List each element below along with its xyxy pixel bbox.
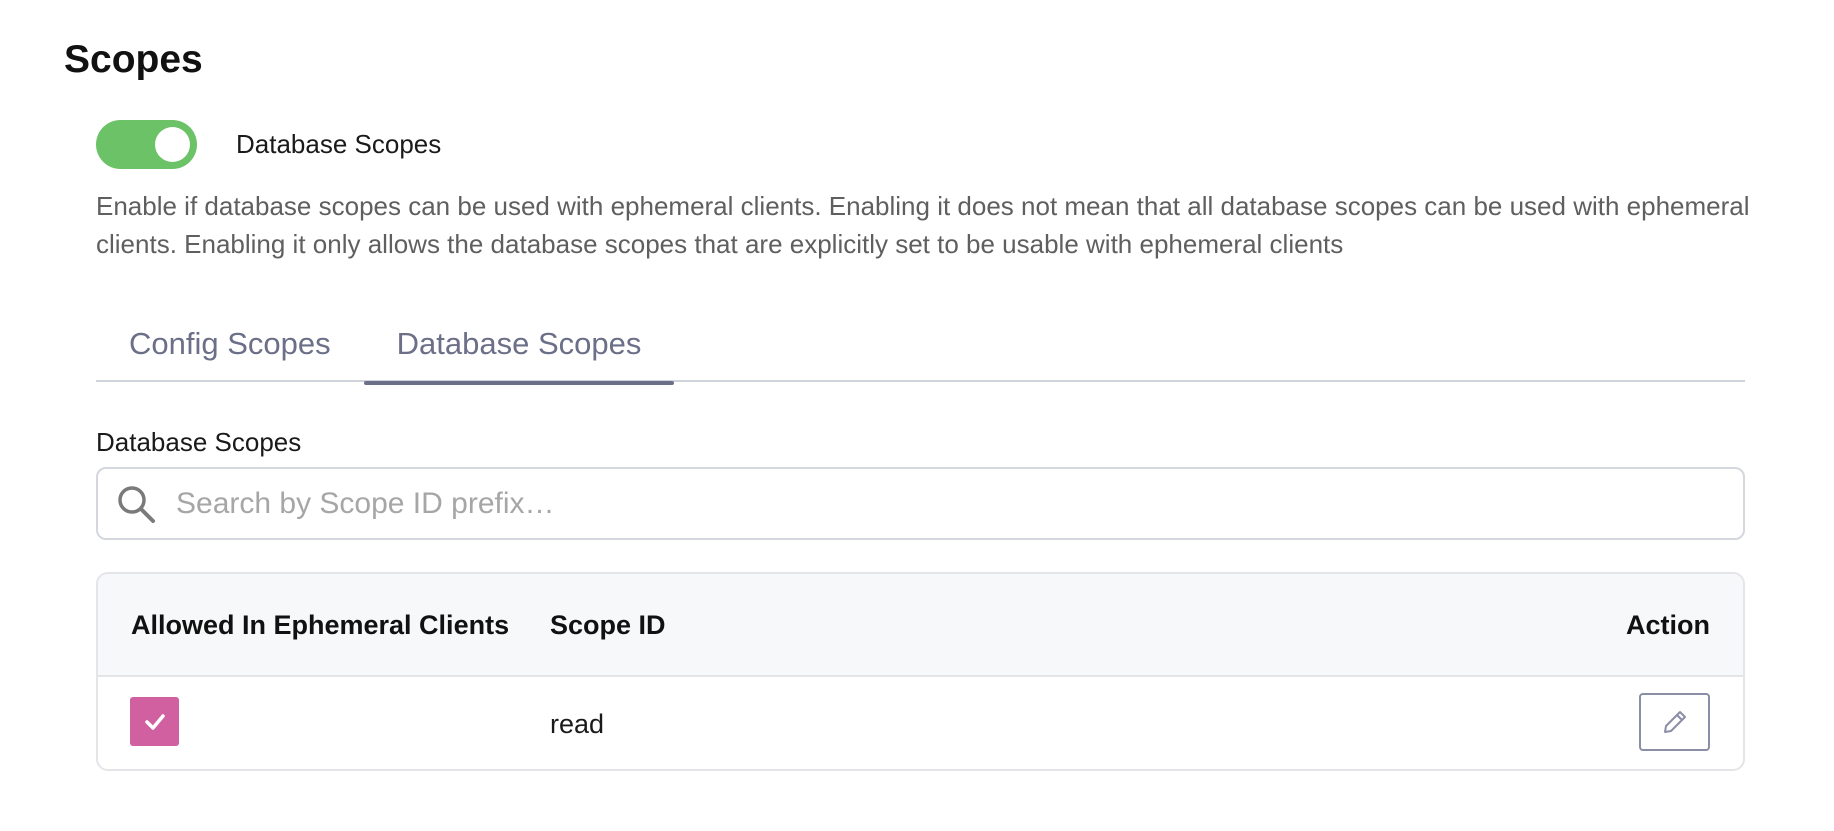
scopes-page: Scopes Database Scopes Enable if databas… bbox=[0, 0, 1834, 831]
check-icon bbox=[144, 713, 165, 730]
header-action: Action bbox=[1626, 610, 1710, 640]
toggle-description: Enable if database scopes can be used wi… bbox=[96, 191, 1750, 259]
scope-id-cell: read bbox=[550, 709, 605, 739]
scope-tabs: Config Scopes Database Scopes bbox=[96, 318, 1745, 385]
table-header: Allowed In Ephemeral Clients Scope ID Ac… bbox=[98, 574, 1743, 677]
tab-database-scopes[interactable]: Database Scopes bbox=[363, 318, 675, 385]
table-row: read bbox=[98, 677, 1743, 769]
pencil-icon bbox=[1663, 711, 1686, 733]
tab-config-scopes[interactable]: Config Scopes bbox=[96, 318, 364, 382]
page-title: Scopes bbox=[64, 38, 203, 81]
section-label: Database Scopes bbox=[96, 427, 302, 457]
allowed-checkbox[interactable] bbox=[130, 697, 179, 746]
search-box bbox=[96, 467, 1745, 540]
toggle-knob bbox=[155, 127, 190, 162]
search-icon bbox=[118, 485, 155, 523]
search-input[interactable] bbox=[176, 486, 1676, 521]
header-scope-id: Scope ID bbox=[550, 610, 666, 640]
toggle-label: Database Scopes bbox=[236, 129, 442, 159]
header-allowed: Allowed In Ephemeral Clients bbox=[131, 610, 510, 640]
edit-button[interactable] bbox=[1639, 693, 1710, 751]
database-scopes-toggle[interactable] bbox=[96, 120, 197, 169]
database-scopes-toggle-row: Database Scopes bbox=[96, 120, 441, 169]
scopes-table: Allowed In Ephemeral Clients Scope ID Ac… bbox=[96, 572, 1745, 771]
